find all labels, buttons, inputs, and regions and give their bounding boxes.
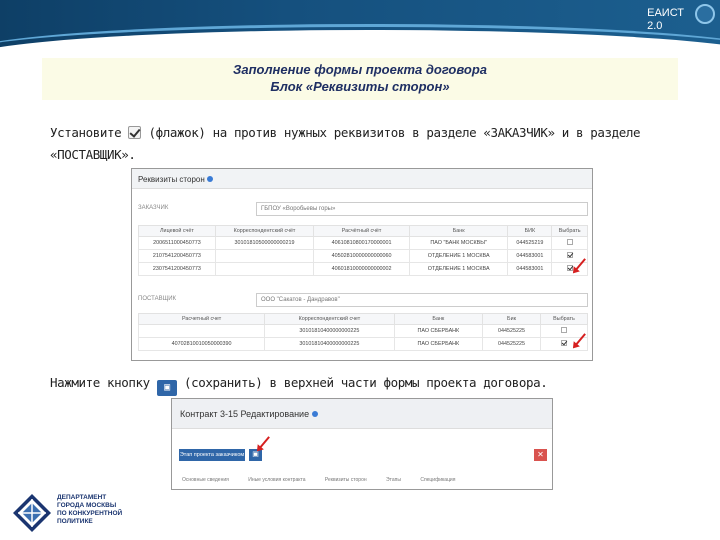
requisites-panel-title: Реквизиты сторон xyxy=(138,175,205,184)
table-cell: 044525225 xyxy=(482,337,541,351)
col-header: Расчетный счет xyxy=(137,313,266,325)
table-cell: 044525219 xyxy=(507,236,553,250)
instruction2-post: (сохранить) в верхней части формы проект… xyxy=(176,375,548,390)
red-arrow-icon xyxy=(258,436,270,450)
supplier-field[interactable]: ООО "Сакатов - Дандравов" xyxy=(256,293,588,307)
col-header: Банк xyxy=(393,313,484,325)
select-checkbox[interactable] xyxy=(566,239,573,245)
logo-line: политике xyxy=(57,518,93,525)
customer-table-header: Лицевой счёт Корреспондентский счёт Расч… xyxy=(138,225,588,237)
slide-title: Заполнение формы проекта договора Блок «… xyxy=(42,58,678,100)
supplier-row: ПОСТАВЩИК ООО "Сакатов - Дандравов" xyxy=(138,293,588,307)
brand-version: 2.0 xyxy=(647,20,663,32)
table-row: 30101810400000000225 ПАО СБЕРБАНК 044525… xyxy=(137,324,589,338)
table-cell: 40610810800170000001 xyxy=(313,236,410,250)
table-cell: ПАО СБЕРБАНК xyxy=(393,337,484,351)
contract-tabs: Основные сведения Иные условия контракта… xyxy=(182,477,473,483)
tab-main[interactable]: Основные сведения xyxy=(182,477,229,483)
table-cell: ПАО СБЕРБАНК xyxy=(393,324,484,338)
logo-line: по конкурентной xyxy=(57,510,123,517)
col-header: Расчётный счёт xyxy=(313,225,410,237)
requisites-panel-header: Реквизиты сторон xyxy=(132,169,592,189)
col-header: Лицевой счёт xyxy=(138,225,216,237)
close-button[interactable]: ✕ xyxy=(534,449,547,461)
brand-name: ЕАИСТ xyxy=(647,7,684,19)
table-cell: 2107541200450773 xyxy=(138,249,216,263)
tab-specification[interactable]: Спецификация xyxy=(420,477,455,483)
contract-edit-header: Контракт 3-15 Редактирование xyxy=(172,399,552,429)
table-cell: 30101810400000000225 xyxy=(264,337,395,351)
checkbox-icon xyxy=(128,126,142,139)
slide-title-line2: Блок «Реквизиты сторон» xyxy=(270,79,450,94)
table-cell: 40702810010050000390 xyxy=(137,337,266,351)
info-icon xyxy=(311,411,318,417)
table-cell: ПАО "БАНК МОСКВЫ" xyxy=(408,236,509,250)
col-header: БИК xyxy=(507,225,553,237)
contract-edit-screenshot: Контракт 3-15 Редактирование Этап проект… xyxy=(171,398,553,490)
table-row: 40702810010050000390 3010181040000000022… xyxy=(137,337,589,351)
tab-conditions[interactable]: Иные условия контракта xyxy=(248,477,305,483)
supplier-table-header: Расчетный счет Корреспондентский счет Ба… xyxy=(137,313,589,325)
table-cell: 044583001 xyxy=(507,262,553,276)
stage-action-button[interactable]: Этап проекта заказчиком xyxy=(179,449,245,461)
table-cell xyxy=(214,249,315,263)
select-cell xyxy=(551,236,588,250)
table-cell: 044525225 xyxy=(482,324,541,338)
col-header: Выбрать xyxy=(539,313,589,325)
table-cell: ОТДЕЛЕНИЕ 1 МОСКВА xyxy=(408,249,509,263)
table-cell: ОТДЕЛЕНИЕ 1 МОСКВА xyxy=(408,262,509,276)
supplier-label: ПОСТАВЩИК xyxy=(138,296,177,302)
logo-line: Департамент xyxy=(57,494,107,501)
table-cell: 40601810000000000002 xyxy=(313,262,410,276)
table-cell xyxy=(137,324,266,338)
table-row: 2307541200450773 40601810000000000002 ОТ… xyxy=(138,262,588,276)
department-logo-text: Департамент города Москвы по конкурентно… xyxy=(57,494,122,526)
brand-circle-icon xyxy=(695,4,715,24)
table-cell: 30101810400000000225 xyxy=(264,324,395,338)
select-checkbox[interactable] xyxy=(566,252,573,258)
col-header: Бик xyxy=(482,313,541,325)
brand-label: ЕАИСТ 2.0 xyxy=(647,7,684,33)
table-row: 2006511000450773 30101810500000000219 40… xyxy=(138,236,588,250)
table-row: 2107541200450773 40502810000000000060 ОТ… xyxy=(138,249,588,263)
col-header: Корреспондентский счет xyxy=(264,313,395,325)
tab-stages[interactable]: Этапы xyxy=(386,477,401,483)
customer-table: Лицевой счёт Корреспондентский счёт Расч… xyxy=(138,225,588,276)
table-cell xyxy=(214,262,315,276)
tab-requisites[interactable]: Реквизиты сторон xyxy=(325,477,367,483)
table-cell: 044583001 xyxy=(507,249,553,263)
col-header: Выбрать xyxy=(551,225,588,237)
slide-title-line1: Заполнение формы проекта договора xyxy=(232,62,488,77)
table-cell: 40502810000000000060 xyxy=(313,249,410,263)
info-icon xyxy=(207,176,213,182)
logo-line: города Москвы xyxy=(57,502,117,509)
table-cell: 2006511000450773 xyxy=(138,236,216,250)
supplier-table: Расчетный счет Корреспондентский счет Ба… xyxy=(137,313,589,351)
select-cell xyxy=(539,324,589,338)
col-header: Корреспондентский счёт xyxy=(214,225,315,237)
select-checkbox[interactable] xyxy=(560,340,567,346)
col-header: Банк xyxy=(408,225,509,237)
table-cell: 2307541200450773 xyxy=(138,262,216,276)
instruction-checkbox: Установите (флажок) на против нужных рек… xyxy=(50,122,700,166)
customer-field[interactable]: ГБПОУ «Воробьевы горы» xyxy=(256,202,588,216)
department-logo-icon xyxy=(13,494,51,532)
instruction2-pre: Нажмите кнопку xyxy=(50,375,157,390)
save-icon: ▣ xyxy=(156,380,177,396)
contract-edit-title: Контракт 3-15 Редактирование xyxy=(180,409,310,419)
requisites-screenshot: Реквизиты сторон ЗАКАЗЧИК ГБПОУ «Воробье… xyxy=(131,168,593,361)
table-cell: 30101810500000000219 xyxy=(214,236,315,250)
instruction1-pre: Установите xyxy=(50,125,129,140)
instruction-save: Нажмите кнопку ▣ (сохранить) в верхней ч… xyxy=(50,372,548,396)
customer-row: ЗАКАЗЧИК ГБПОУ «Воробьевы горы» xyxy=(138,202,588,216)
select-checkbox[interactable] xyxy=(560,327,567,333)
top-banner: ЕАИСТ 2.0 xyxy=(0,0,720,52)
customer-label: ЗАКАЗЧИК xyxy=(138,205,169,211)
